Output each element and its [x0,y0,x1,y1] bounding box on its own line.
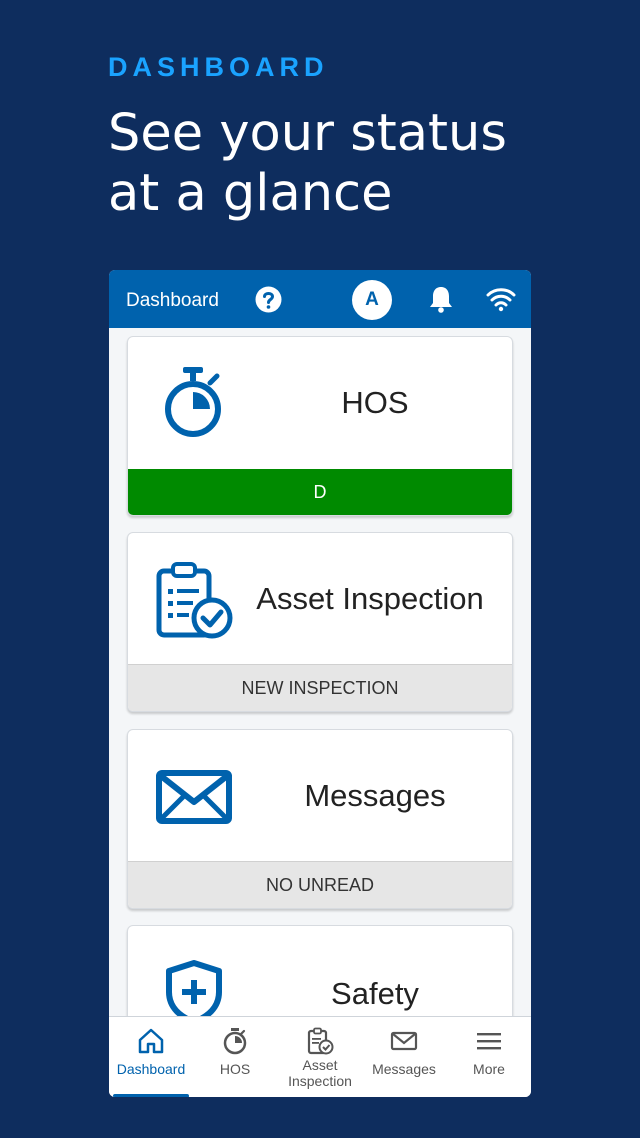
messages-card[interactable]: Messages NO UNREAD [127,729,513,909]
hero-eyebrow: DASHBOARD [108,52,329,82]
nav-asset-inspection[interactable]: Asset Inspection [278,1017,362,1097]
app-header: Dashboard A [109,270,531,328]
asset-inspection-card[interactable]: Asset Inspection NEW INSPECTION [127,532,513,712]
hos-card[interactable]: HOS D [127,336,513,516]
shield-plus-icon [166,960,222,1016]
clipboard-check-icon [156,562,233,639]
clipboard-check-icon [307,1027,334,1055]
home-icon [138,1028,164,1054]
nav-hos[interactable]: HOS [193,1017,277,1097]
nav-more[interactable]: More [447,1017,531,1097]
nav-label: Messages [372,1061,436,1077]
avatar[interactable]: A [352,280,392,320]
nav-messages[interactable]: Messages [362,1017,446,1097]
dashboard-cards[interactable]: HOS D Asset Inspection NEW INSPECTION Me… [109,328,531,1016]
app-screen: Dashboard A HOS D Asset Inspection NEW I… [109,270,531,1097]
card-status: NEW INSPECTION [128,664,512,711]
active-indicator [113,1094,189,1097]
nav-label: HOS [219,1061,251,1077]
nav-label: Dashboard [116,1061,186,1077]
help-icon[interactable] [255,286,282,313]
bottom-navigation: Dashboard HOS Asset Inspection Messages … [109,1016,531,1097]
card-title: Safety [331,976,419,1011]
envelope-icon [390,1031,418,1051]
hamburger-icon [477,1033,501,1050]
card-status: NO UNREAD [128,861,512,908]
hero-headline: See your status at a glance [108,104,507,223]
envelope-icon [156,770,232,824]
card-title: HOS [341,385,409,420]
card-title: Asset Inspection [256,581,484,616]
wifi-icon [486,288,516,312]
bell-icon[interactable] [428,285,454,313]
card-status: D [128,469,512,515]
stopwatch-icon [165,367,221,437]
stopwatch-icon [223,1028,247,1055]
nav-dashboard[interactable]: Dashboard [109,1017,193,1097]
header-title: Dashboard [126,290,219,311]
safety-card[interactable]: Safety [127,925,513,1016]
nav-label: More [473,1061,505,1077]
nav-label: Asset Inspection [288,1057,352,1089]
card-title: Messages [304,778,446,813]
